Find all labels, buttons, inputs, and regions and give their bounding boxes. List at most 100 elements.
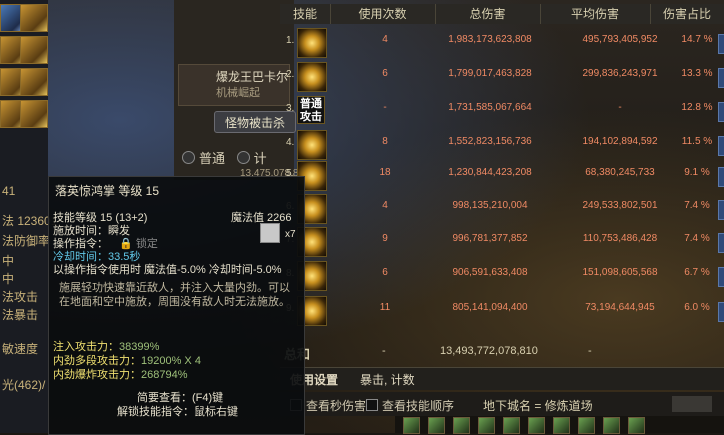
avg-damage-cell: - bbox=[618, 102, 622, 113]
skill-icon bbox=[297, 130, 327, 160]
stat-fragment: 法攻击 bbox=[2, 290, 39, 304]
command-bonus: 以操作指令使用时 魔法值-5.0% 冷却时间-5.0% bbox=[53, 264, 282, 276]
share-cell: 6.7 % bbox=[684, 267, 710, 278]
table-row: 6. 4 998,135,210,004 249,533,802,501 7.4… bbox=[280, 191, 724, 225]
radio-normal-label: 普通 bbox=[199, 151, 226, 166]
row-side-button[interactable] bbox=[718, 68, 724, 88]
uses-cell: 18 bbox=[379, 167, 391, 178]
row-side-button[interactable] bbox=[718, 136, 724, 156]
bottom-hotbar bbox=[395, 416, 724, 434]
row-side-button[interactable] bbox=[718, 167, 724, 187]
row-side-button[interactable] bbox=[718, 102, 724, 122]
hotbar-slot-icon[interactable] bbox=[503, 417, 520, 434]
total-damage-cell: 998,135,210,004 bbox=[452, 200, 528, 211]
header-uses: 使用次数 bbox=[330, 4, 436, 24]
header-skill: 技能 bbox=[280, 4, 331, 24]
header-avg-damage: 平均伤害 bbox=[540, 4, 651, 24]
radio-normal[interactable] bbox=[182, 151, 195, 164]
row-index: 4. bbox=[286, 137, 295, 148]
total-uses: - bbox=[382, 345, 386, 357]
row-side-button[interactable] bbox=[718, 267, 724, 287]
skill-description: 施展轻功快速靠近敌人，并注入大量内劲。可以在地面和空中施放，周围没有敌人时无法施… bbox=[59, 282, 290, 308]
hotbar-slot-icon[interactable] bbox=[403, 417, 420, 434]
hotbar-slot-icon[interactable] bbox=[428, 417, 445, 434]
avg-damage-cell: 68,380,245,733 bbox=[585, 167, 655, 178]
avg-damage-cell: 249,533,802,501 bbox=[582, 200, 658, 211]
stat-fragment: 中 bbox=[2, 254, 15, 268]
share-cell: 13.3 % bbox=[681, 68, 713, 79]
damage-stats-panel: 技能 使用次数 总伤害 平均伤害 伤害占比 1. 4 1,983,173,623… bbox=[280, 0, 724, 433]
avg-damage-cell: 110,753,486,428 bbox=[582, 233, 658, 244]
uses-cell: 4 bbox=[382, 34, 388, 45]
table-row: 9. 11 805,141,094,400 73,194,644,945 6.0… bbox=[280, 293, 724, 327]
row-side-button[interactable] bbox=[718, 302, 724, 322]
row-side-button[interactable] bbox=[718, 233, 724, 253]
share-cell: 7.4 % bbox=[684, 233, 710, 244]
table-row: 3. 普通攻击 - 1,731,585,067,664 - 12.8 % bbox=[280, 93, 724, 127]
total-damage-cell: 906,591,633,408 bbox=[452, 267, 528, 278]
share-cell: 11.5 % bbox=[681, 136, 713, 147]
row-side-button[interactable] bbox=[718, 200, 724, 220]
normal-attack-icon: 普通攻击 bbox=[297, 96, 325, 124]
table-row: 4. 8 1,552,823,156,736 194,102,894,592 1… bbox=[280, 127, 724, 161]
row-index: 1. bbox=[286, 35, 295, 46]
header-damage-share: 伤害占比 bbox=[662, 7, 711, 21]
row-index: 2. bbox=[286, 69, 295, 80]
hotbar-slot-icon[interactable] bbox=[553, 417, 570, 434]
show-order-label: 查看技能顺序 bbox=[382, 399, 455, 413]
skill-icon bbox=[297, 28, 327, 58]
table-row: 1. 4 1,983,173,623,808 495,793,405,952 1… bbox=[280, 25, 724, 59]
table-header: 技能 使用次数 总伤害 平均伤害 伤害占比 bbox=[280, 4, 724, 24]
burst-label: 内劲爆炸攻击力： bbox=[53, 369, 141, 381]
burst-value: 268794% bbox=[141, 369, 188, 381]
uses-cell: 4 bbox=[382, 200, 388, 211]
hotbar-slot-icon[interactable] bbox=[478, 417, 495, 434]
total-avg: - bbox=[588, 345, 592, 357]
total-damage-cell: 1,983,173,623,808 bbox=[448, 34, 532, 45]
total-damage-cell: 1,731,585,067,664 bbox=[448, 102, 532, 113]
dungeon-name: 地下城名 = 修炼道场 bbox=[483, 399, 593, 413]
skill-tooltip: 落英惊鸿掌 等级 15 技能等级 15 (13+2) 施放时间：瞬发 操作指令：… bbox=[48, 176, 305, 435]
stat-fragment: 中 bbox=[2, 272, 15, 286]
skill-icon bbox=[297, 62, 327, 92]
hotbar-slot-icon[interactable] bbox=[528, 417, 545, 434]
total-damage-cell: 805,141,094,400 bbox=[452, 302, 528, 313]
share-cell: 7.4 % bbox=[684, 200, 710, 211]
hotbar-slot-icon[interactable] bbox=[453, 417, 470, 434]
monster-name: 爆龙王巴卡尔 bbox=[216, 70, 289, 84]
stat-fragment: 敏速度 bbox=[2, 342, 39, 356]
table-row: 2. 6 1,799,017,463,828 299,836,243,971 1… bbox=[280, 59, 724, 93]
uses-cell: 6 bbox=[382, 68, 388, 79]
show-order-checkbox[interactable]: 查看技能顺序 bbox=[366, 397, 454, 414]
stat-fragment: 41 bbox=[2, 184, 16, 198]
settings-tabs: 使用设置 暴击, 计数 bbox=[280, 367, 724, 390]
avg-damage-cell: 194,102,894,592 bbox=[582, 136, 658, 147]
hotbar-slot-icon[interactable] bbox=[603, 417, 620, 434]
radio-other[interactable] bbox=[236, 151, 250, 164]
total-row: 总和 - 13,493,772,078,810 - bbox=[280, 335, 724, 365]
avg-damage-cell: 151,098,605,568 bbox=[582, 267, 658, 278]
tab-crit-count[interactable]: 暴击, 计数 bbox=[360, 371, 415, 388]
stat-fragment: 法防御率 bbox=[2, 234, 51, 248]
share-cell: 12.8 % bbox=[681, 102, 713, 113]
hotbar-slot-icon[interactable] bbox=[628, 417, 645, 434]
total-damage-cell: 996,781,377,852 bbox=[452, 233, 528, 244]
table-row: 7. 9 996,781,377,852 110,753,486,428 7.4… bbox=[280, 224, 724, 258]
scroll-left-button[interactable] bbox=[672, 396, 712, 412]
skill-slot-icon[interactable] bbox=[20, 68, 48, 96]
row-side-button[interactable] bbox=[718, 34, 724, 54]
uses-cell: 11 bbox=[379, 302, 391, 313]
skill-slot-icon[interactable] bbox=[20, 4, 48, 32]
tooltip-title: 落英惊鸿掌 等级 15 bbox=[55, 184, 160, 198]
hotbar-slot-icon[interactable] bbox=[578, 417, 595, 434]
skill-slot-icon[interactable] bbox=[20, 100, 48, 128]
table-row: 5. 18 1,230,844,423,208 68,380,245,733 9… bbox=[280, 158, 724, 192]
mode-radio-group: 普通 计 bbox=[182, 148, 267, 167]
skill-slot-icon[interactable] bbox=[20, 36, 48, 64]
row-index: 3. bbox=[286, 103, 295, 114]
checkbox-box[interactable] bbox=[366, 399, 378, 411]
item-icon bbox=[260, 223, 280, 243]
stat-fragment: 法暴击 bbox=[2, 308, 39, 322]
total-damage-sum: 13,493,772,078,810 bbox=[440, 345, 538, 357]
monster-subtitle: 机械崛起 bbox=[216, 87, 260, 99]
